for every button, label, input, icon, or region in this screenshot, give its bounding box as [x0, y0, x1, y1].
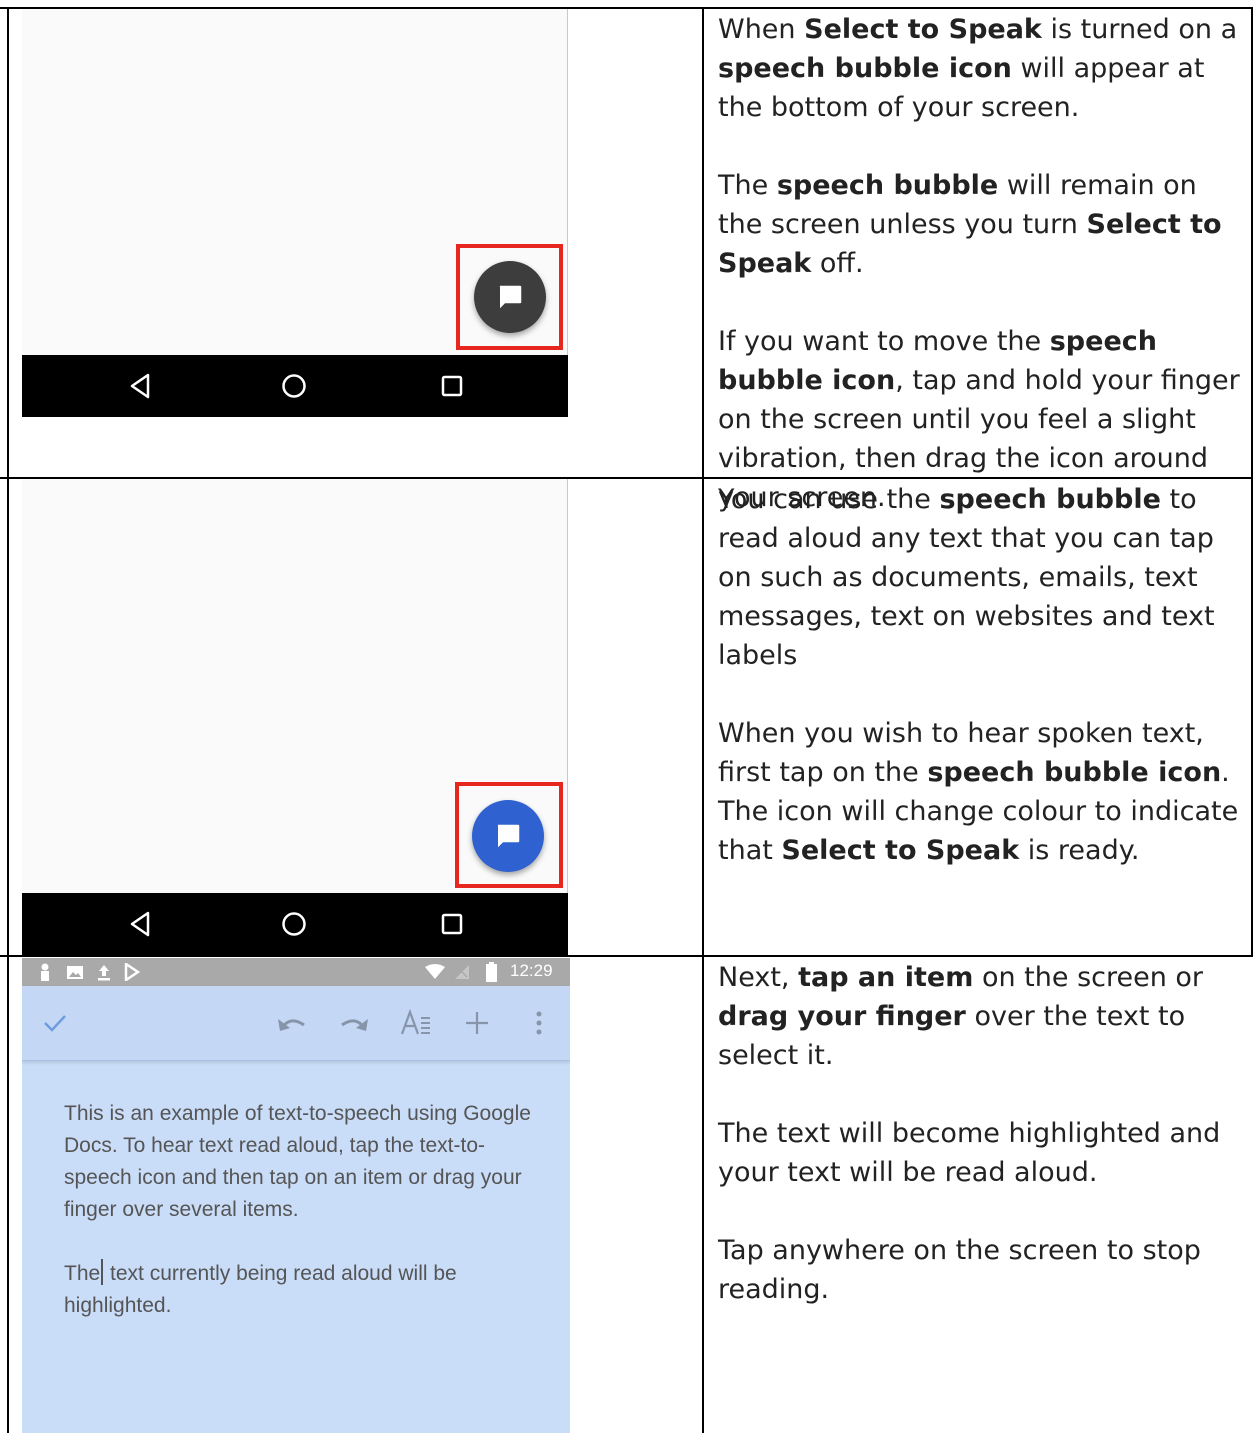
back-icon	[130, 373, 150, 399]
instruction-text: off.	[811, 248, 864, 279]
phone-screenshot-idle	[22, 9, 568, 417]
bold-term: speech bubble	[939, 484, 1161, 515]
phone-screenshot-ready	[22, 479, 568, 955]
wifi-icon	[425, 964, 445, 979]
more-options-button[interactable]	[526, 986, 552, 1060]
instruction-paragraph: Next, tap an item on the screen or drag …	[718, 958, 1243, 1075]
speech-bubble-button[interactable]	[474, 261, 546, 333]
recents-button[interactable]	[422, 893, 482, 955]
table-column-divider	[702, 7, 704, 1433]
home-button[interactable]	[264, 355, 324, 417]
home-icon	[282, 912, 306, 936]
bold-term: tap an item	[798, 962, 974, 993]
instruction-paragraph: The speech bubble will remain on the scr…	[718, 166, 1243, 283]
redo-icon	[341, 1019, 368, 1031]
android-nav-bar	[22, 355, 568, 417]
instruction-cell-1: When Select to Speak is turned on a spee…	[718, 10, 1243, 556]
no-signal-icon	[455, 965, 469, 979]
redo-button[interactable]	[334, 986, 374, 1060]
home-button[interactable]	[264, 893, 324, 955]
instruction-text: Next,	[718, 962, 799, 993]
instruction-text: The text will become highlighted and you…	[718, 1118, 1221, 1188]
docs-toolbar	[22, 986, 570, 1061]
doc-text: The	[64, 1262, 101, 1285]
notification-person-icon	[41, 963, 49, 981]
doc-text: text currently being read aloud will be …	[64, 1262, 457, 1317]
undo-icon	[278, 1019, 305, 1031]
bold-term: speech bubble	[776, 170, 999, 201]
instruction-paragraph: When you wish to hear spoken text, first…	[718, 714, 1243, 870]
back-button[interactable]	[110, 355, 170, 417]
notification-play-store-icon	[124, 963, 140, 981]
recents-icon	[441, 913, 463, 935]
android-nav-bar	[22, 893, 568, 955]
instruction-text: If you want to move the	[718, 326, 1050, 357]
instruction-cell-3: Next, tap an item on the screen or drag …	[718, 958, 1243, 1348]
document-body[interactable]: This is an example of text-to-speech usi…	[64, 1098, 534, 1354]
instruction-text: You can use the	[718, 484, 940, 515]
table-row-divider	[0, 955, 1253, 957]
checkmark-icon	[44, 1015, 66, 1032]
bold-term: speech bubble icon	[718, 53, 1012, 84]
bold-term: Select to Speak	[781, 835, 1020, 866]
text-format-icon	[400, 1009, 430, 1035]
recents-button[interactable]	[422, 355, 482, 417]
done-button[interactable]	[38, 986, 72, 1060]
plus-icon	[466, 1012, 488, 1034]
bold-term: drag your finger	[718, 1001, 966, 1032]
recents-icon	[441, 375, 463, 397]
speech-bubble-button[interactable]	[472, 800, 544, 872]
home-icon	[282, 374, 306, 398]
table-left-border	[7, 7, 9, 1433]
instruction-text: The	[718, 170, 777, 201]
speech-bubble-icon	[499, 285, 522, 309]
speech-bubble-icon	[497, 824, 520, 848]
battery-icon	[486, 962, 497, 982]
bold-term: speech bubble icon	[927, 757, 1222, 788]
notification-upload-icon	[98, 965, 110, 981]
back-icon	[130, 911, 150, 937]
text-format-button[interactable]	[398, 986, 434, 1060]
back-button[interactable]	[110, 893, 170, 955]
more-vertical-icon	[536, 1011, 542, 1035]
text-cursor	[101, 1259, 104, 1285]
instruction-text: is turned on a	[1041, 14, 1238, 45]
undo-button[interactable]	[272, 986, 312, 1060]
instruction-paragraph: When Select to Speak is turned on a spee…	[718, 10, 1243, 127]
instruction-text: on the screen or	[973, 962, 1204, 993]
status-bar: 12:29	[22, 958, 570, 986]
bold-term: Select to Speak	[804, 14, 1042, 45]
instruction-text: is ready.	[1019, 835, 1140, 866]
status-time: 12:29	[510, 961, 553, 980]
notification-image-icon	[67, 966, 83, 979]
instruction-paragraph: The text will become highlighted and you…	[718, 1114, 1243, 1192]
instruction-text: Tap anywhere on the screen to stop readi…	[718, 1235, 1201, 1305]
doc-paragraph: This is an example of text-to-speech usi…	[64, 1102, 531, 1221]
instruction-cell-2: You can use the speech bubble to read al…	[718, 480, 1243, 909]
instruction-text: When	[718, 14, 805, 45]
insert-button[interactable]	[460, 986, 494, 1060]
instruction-paragraph: Tap anywhere on the screen to stop readi…	[718, 1231, 1243, 1309]
doc-paragraph: The text currently being read aloud will…	[64, 1258, 534, 1322]
google-docs-screenshot: 12:29 This is an example of text-to-spee…	[22, 958, 570, 1433]
instruction-paragraph: You can use the speech bubble to read al…	[718, 480, 1243, 675]
